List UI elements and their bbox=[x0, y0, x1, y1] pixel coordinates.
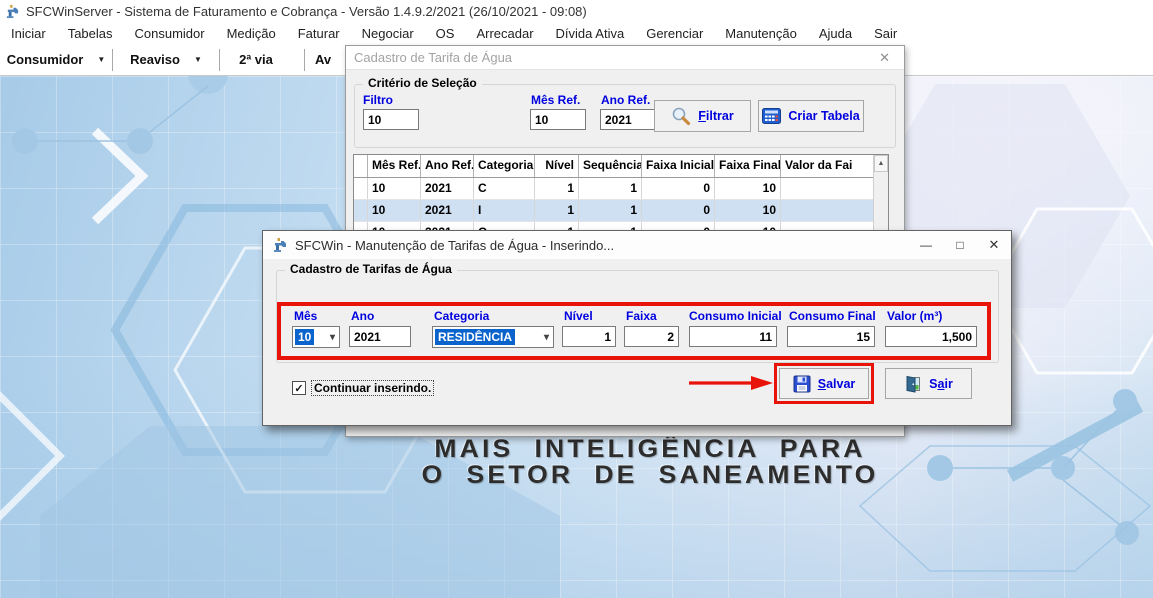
menu-item-gerenciar[interactable]: Gerenciar bbox=[635, 24, 714, 43]
salvar-button[interactable]: Salvar bbox=[779, 368, 869, 399]
mes-label: Mês bbox=[294, 309, 317, 323]
table-row-selected[interactable]: 10 2021 I 1 1 0 10 bbox=[354, 200, 888, 222]
consumo-inicial-input[interactable] bbox=[689, 326, 777, 347]
nivel-input[interactable] bbox=[562, 326, 616, 347]
menu-item-iniciar[interactable]: Iniciar bbox=[0, 24, 57, 43]
continuar-inserindo-checkbox[interactable]: ✓ Continuar inserindo. bbox=[292, 380, 434, 396]
filtrar-label: Filtrar bbox=[698, 109, 733, 123]
minimize-icon[interactable]: — bbox=[909, 232, 943, 258]
salvar-label: Salvar bbox=[818, 377, 856, 391]
wallpaper-slogan: MAIS INTELIGÊNCIA PARA O SETOR DE SANEAM… bbox=[374, 436, 925, 489]
app-title: SFCWinServer - Sistema de Faturamento e … bbox=[26, 4, 587, 19]
nivel-label: Nível bbox=[564, 309, 593, 323]
dropdown-arrow-icon: ▼ bbox=[97, 55, 105, 64]
tariff-edit-dialog-title: SFCWin - Manutenção de Tarifas de Água -… bbox=[295, 238, 614, 253]
menu-item-os[interactable]: OS bbox=[425, 24, 466, 43]
menu-item-medicao[interactable]: Medição bbox=[216, 24, 287, 43]
filtro-input[interactable] bbox=[363, 109, 419, 130]
ano-input[interactable] bbox=[349, 326, 411, 347]
app-window: SFCWinServer - Sistema de Faturamento e … bbox=[0, 0, 1153, 598]
col-categoria[interactable]: Categoria bbox=[474, 155, 535, 177]
mes-select[interactable]: 10 ▾ bbox=[292, 326, 340, 348]
tariff-list-dialog-title: Cadastro de Tarifa de Água bbox=[354, 50, 512, 65]
col-selector bbox=[354, 155, 368, 177]
toolbar-button-consumidor[interactable]: Consumidor ▼ bbox=[0, 46, 112, 74]
chevron-down-icon: ▾ bbox=[330, 332, 339, 343]
checkbox-check-icon[interactable]: ✓ bbox=[292, 381, 306, 395]
col-sequencia[interactable]: Sequência bbox=[579, 155, 642, 177]
criteria-legend: Critério de Seleção bbox=[363, 76, 482, 90]
tariff-table-header: Mês Ref. Ano Ref. Categoria Nível Sequên… bbox=[354, 155, 888, 178]
menu-item-divida-ativa[interactable]: Dívida Ativa bbox=[545, 24, 636, 43]
criar-tabela-label: Criar Tabela bbox=[788, 109, 859, 123]
scroll-up-icon[interactable]: ▲ bbox=[874, 155, 888, 172]
slogan-line-1: MAIS INTELIGÊNCIA PARA bbox=[374, 436, 925, 462]
menu-item-arrecadar[interactable]: Arrecadar bbox=[465, 24, 544, 43]
menu-item-faturar[interactable]: Faturar bbox=[287, 24, 351, 43]
col-ano-ref[interactable]: Ano Ref. bbox=[421, 155, 474, 177]
ano-label: Ano bbox=[351, 309, 374, 323]
close-icon[interactable]: ✕ bbox=[977, 232, 1011, 258]
categoria-select[interactable]: RESIDÊNCIA ▾ bbox=[432, 326, 554, 348]
faixa-label: Faixa bbox=[626, 309, 657, 323]
dropdown-arrow-icon: ▼ bbox=[194, 55, 202, 64]
menu-item-tabelas[interactable]: Tabelas bbox=[57, 24, 124, 43]
consumo-final-label: Consumo Final bbox=[789, 309, 876, 323]
faucet-app-icon bbox=[272, 237, 288, 253]
consumo-final-input[interactable] bbox=[787, 326, 875, 347]
mes-ref-label: Mês Ref. bbox=[531, 93, 580, 107]
menu-item-manutencao[interactable]: Manutenção bbox=[714, 24, 808, 43]
valor-m3-label: Valor (m³) bbox=[887, 309, 942, 323]
maximize-icon[interactable]: □ bbox=[943, 232, 977, 258]
toolbar-button-avulso[interactable]: Av bbox=[305, 46, 341, 74]
ano-ref-label: Ano Ref. bbox=[601, 93, 650, 107]
slogan-line-2: O SETOR DE SANEAMENTO bbox=[374, 462, 925, 488]
faucet-app-icon bbox=[5, 4, 20, 19]
app-titlebar: SFCWinServer - Sistema de Faturamento e … bbox=[0, 0, 1153, 22]
mes-ref-input[interactable] bbox=[530, 109, 586, 130]
toolbar-button-segunda-via[interactable]: 2ª via bbox=[220, 46, 292, 74]
col-nivel[interactable]: Nível bbox=[535, 155, 579, 177]
close-icon[interactable]: ✕ bbox=[873, 50, 896, 66]
menu-item-consumidor[interactable]: Consumidor bbox=[124, 24, 216, 43]
col-faixa-inicial[interactable]: Faixa Inicial bbox=[642, 155, 715, 177]
sair-label: Sair bbox=[929, 377, 953, 391]
save-floppy-icon bbox=[793, 375, 811, 393]
magnifier-icon bbox=[671, 106, 691, 126]
menu-item-sair[interactable]: Sair bbox=[863, 24, 908, 43]
tariff-edit-dialog-body: Cadastro de Tarifas de Água Mês 10 ▾ Ano… bbox=[263, 259, 1011, 425]
categoria-label: Categoria bbox=[434, 309, 489, 323]
consumo-inicial-label: Consumo Inicial bbox=[689, 309, 782, 323]
menu-item-negociar[interactable]: Negociar bbox=[351, 24, 425, 43]
tariff-edit-dialog-titlebar[interactable]: SFCWin - Manutenção de Tarifas de Água -… bbox=[263, 231, 1011, 259]
menu-item-ajuda[interactable]: Ajuda bbox=[808, 24, 863, 43]
filtrar-button[interactable]: Filtrar bbox=[654, 100, 751, 132]
annotation-red-arrow bbox=[687, 375, 775, 391]
sair-button[interactable]: Sair bbox=[885, 368, 972, 399]
filtro-label: Filtro bbox=[363, 93, 393, 107]
exit-door-icon bbox=[904, 375, 922, 393]
tariff-list-dialog-titlebar[interactable]: Cadastro de Tarifa de Água ✕ bbox=[346, 46, 904, 70]
table-icon bbox=[762, 108, 781, 124]
table-row[interactable]: 10 2021 C 1 1 0 10 bbox=[354, 178, 888, 200]
col-faixa-final[interactable]: Faixa Final bbox=[715, 155, 781, 177]
tariff-edit-dialog: SFCWin - Manutenção de Tarifas de Água -… bbox=[262, 230, 1012, 426]
menubar: Iniciar Tabelas Consumidor Medição Fatur… bbox=[0, 22, 1153, 44]
toolbar-button-reaviso[interactable]: Reaviso ▼ bbox=[113, 46, 219, 74]
valor-m3-input[interactable] bbox=[885, 326, 977, 347]
ano-ref-input[interactable] bbox=[600, 109, 657, 130]
faixa-input[interactable] bbox=[624, 326, 679, 347]
continuar-inserindo-label: Continuar inserindo. bbox=[311, 380, 434, 396]
col-valor-da-faixa[interactable]: Valor da Fai bbox=[781, 155, 874, 177]
col-mes-ref[interactable]: Mês Ref. bbox=[368, 155, 421, 177]
edit-legend: Cadastro de Tarifas de Água bbox=[285, 262, 457, 276]
criar-tabela-button[interactable]: Criar Tabela bbox=[758, 100, 864, 132]
chevron-down-icon: ▾ bbox=[544, 332, 553, 343]
